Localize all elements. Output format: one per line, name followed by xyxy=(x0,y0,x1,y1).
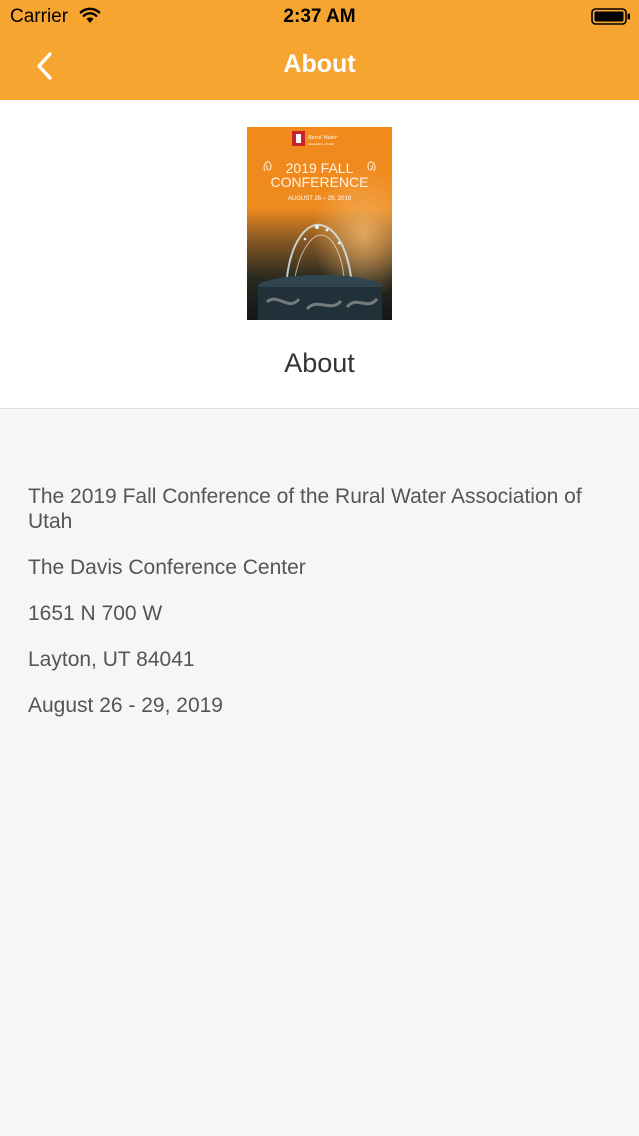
street-address: 1651 N 700 W xyxy=(28,602,163,625)
poster-dates: AUGUST 26 – 29, 2019 xyxy=(288,196,352,202)
about-header: Rural Water Association of Utah 2019 FAL… xyxy=(0,100,639,409)
battery-icon xyxy=(591,8,630,25)
conference-dates: August 26 - 29, 2019 xyxy=(28,694,223,717)
poster-title-line2: CONFERENCE xyxy=(270,174,368,190)
conference-name: The 2019 Fall Conference of the Rural Wa… xyxy=(28,485,582,533)
city-state-zip: Layton, UT 84041 xyxy=(28,648,195,671)
top-bar: Carrier 2:37 AM About xyxy=(0,0,639,100)
venue-name: The Davis Conference Center xyxy=(28,556,306,579)
conference-poster-image[interactable]: Rural Water Association of Utah 2019 FAL… xyxy=(247,127,392,320)
section-heading: About xyxy=(284,348,355,378)
nav-title: About xyxy=(283,50,356,78)
poster-org-name: Rural Water xyxy=(307,135,338,141)
status-bar: Carrier 2:37 AM xyxy=(0,0,639,34)
poster-artwork: Rural Water Association of Utah 2019 FAL… xyxy=(247,127,392,320)
poster-org-subtitle: Association of Utah xyxy=(308,142,334,146)
about-screen: Carrier 2:37 AM About Rural Water Associ… xyxy=(0,0,639,1136)
conference-details: The 2019 Fall Conference of the Rural Wa… xyxy=(28,484,618,739)
status-time: 2:37 AM xyxy=(283,6,356,27)
navigation-bar: About xyxy=(0,34,639,100)
